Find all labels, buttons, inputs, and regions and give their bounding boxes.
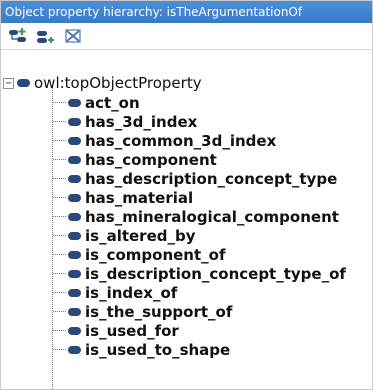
tree-node-label: is_used_to_shape <box>85 340 231 359</box>
add-sibling-property-icon <box>37 31 54 43</box>
delete-property-button[interactable] <box>63 27 85 45</box>
tree-node[interactable]: is_used_to_shape <box>1 340 372 359</box>
add-sibling-property-button[interactable] <box>35 27 57 45</box>
tree-node[interactable]: has_mineralogical_component <box>1 207 372 226</box>
object-property-icon <box>68 212 81 221</box>
tree-node[interactable]: is_the_support_of <box>1 302 372 321</box>
object-property-icon <box>68 345 81 354</box>
tree-node-label: is_the_support_of <box>85 302 233 321</box>
object-property-hierarchy-panel: Object property hierarchy: isTheArgument… <box>0 0 373 390</box>
tree-node-label: has_description_concept_type <box>85 169 338 188</box>
object-property-icon <box>68 98 81 107</box>
tree-node[interactable]: is_description_concept_type_of <box>1 264 372 283</box>
tree-node-label: is_description_concept_type_of <box>85 264 346 283</box>
add-subproperty-button[interactable] <box>7 27 29 45</box>
tree-node-label: is_index_of <box>85 283 178 302</box>
tree-node[interactable]: act_on <box>1 93 372 112</box>
tree-node[interactable]: has_common_3d_index <box>1 131 372 150</box>
tree-node-label: has_3d_index <box>85 112 198 131</box>
tree-node[interactable]: is_component_of <box>1 245 372 264</box>
object-property-icon <box>68 269 81 278</box>
tree-node-label: has_mineralogical_component <box>85 207 339 226</box>
tree-root-node[interactable]: − owl:topObjectProperty <box>3 73 202 93</box>
object-property-icon <box>68 193 81 202</box>
add-subproperty-icon <box>9 28 26 42</box>
object-property-icon <box>17 79 30 87</box>
object-property-icon <box>68 288 81 297</box>
object-property-icon <box>68 136 81 145</box>
panel-title: Object property hierarchy: isTheArgument… <box>1 1 372 23</box>
tree-node-label: has_material <box>85 188 194 207</box>
tree-root-label: owl:topObjectProperty <box>34 74 202 92</box>
tree-node-label: is_used_for <box>85 321 179 340</box>
tree-node-label: is_component_of <box>85 245 226 264</box>
tree-children: act_on has_3d_index has_common_3d_index … <box>1 93 372 359</box>
tree-node[interactable]: has_description_concept_type <box>1 169 372 188</box>
object-property-icon <box>68 117 81 126</box>
tree-node[interactable]: has_3d_index <box>1 112 372 131</box>
tree-node[interactable]: has_component <box>1 150 372 169</box>
property-tree: − owl:topObjectProperty act_on has_3d_in… <box>1 73 372 390</box>
collapse-toggle[interactable]: − <box>3 77 14 89</box>
tree-node[interactable]: is_index_of <box>1 283 372 302</box>
tree-node-label: act_on <box>85 93 140 112</box>
toolbar <box>1 23 372 50</box>
object-property-icon <box>68 326 81 335</box>
tree-node-label: has_component <box>85 150 217 169</box>
tree-node-label: is_altered_by <box>85 226 196 245</box>
delete-property-icon <box>65 29 81 43</box>
object-property-icon <box>68 155 81 164</box>
object-property-icon <box>68 231 81 240</box>
object-property-icon <box>68 250 81 259</box>
tree-node-label: has_common_3d_index <box>85 131 277 150</box>
object-property-icon <box>68 174 81 183</box>
tree-node[interactable]: has_material <box>1 188 372 207</box>
tree-node[interactable]: is_used_for <box>1 321 372 340</box>
object-property-icon <box>68 307 81 316</box>
tree-node[interactable]: is_altered_by <box>1 226 372 245</box>
